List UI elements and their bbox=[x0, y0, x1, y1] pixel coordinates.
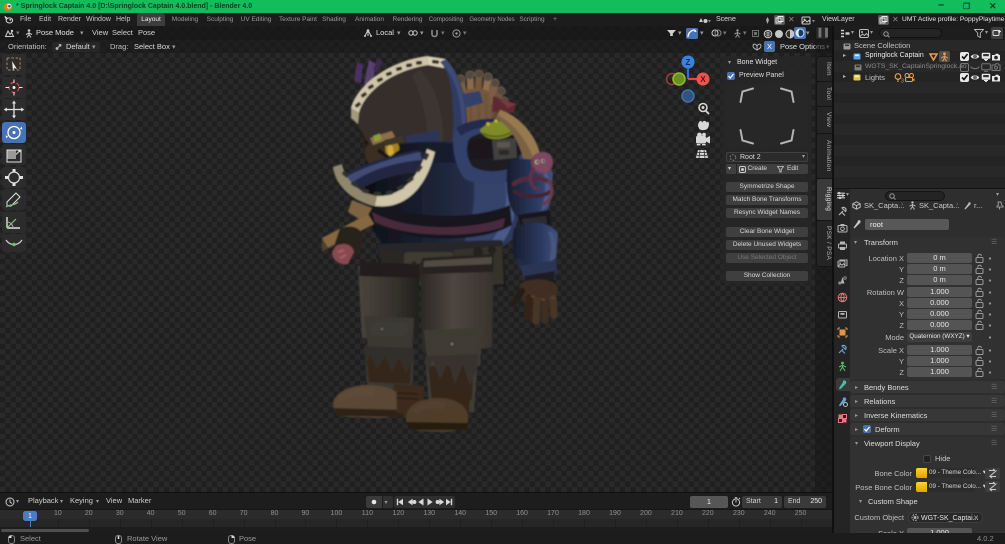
svg-text:Z: Z bbox=[686, 58, 691, 67]
svg-text:X: X bbox=[700, 75, 706, 84]
